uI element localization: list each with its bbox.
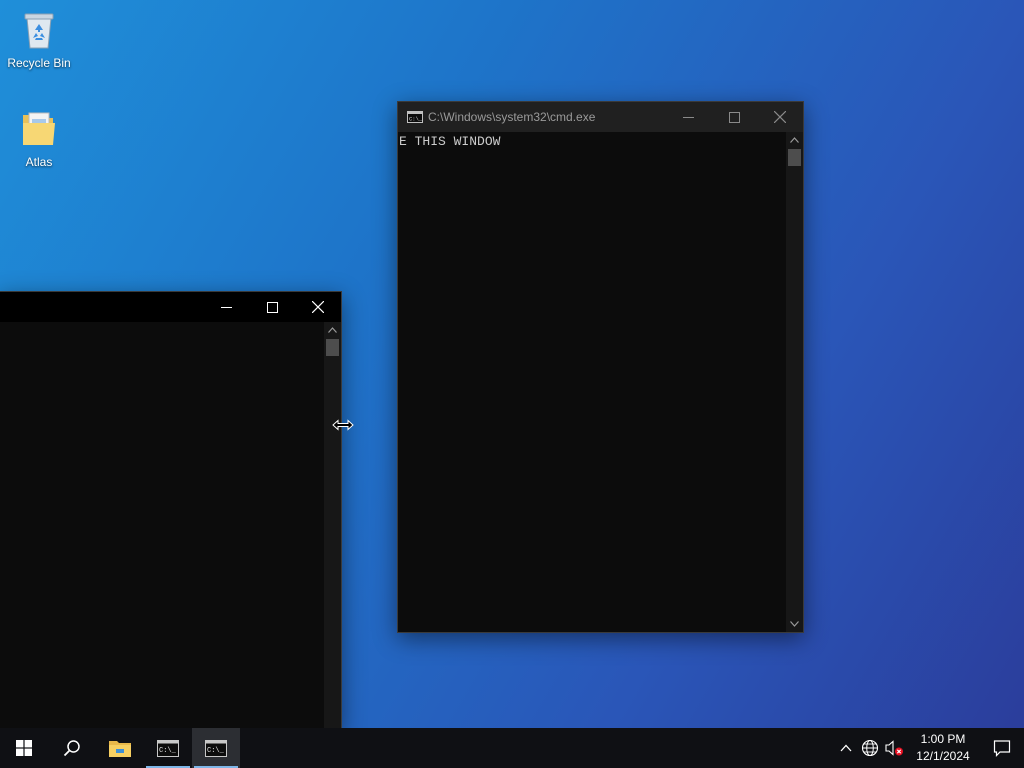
vertical-scrollbar-left[interactable] (324, 322, 341, 730)
volume-button[interactable] (882, 728, 906, 768)
show-hidden-icons-button[interactable] (834, 728, 858, 768)
scroll-down-arrow[interactable] (786, 616, 803, 632)
start-button[interactable] (0, 728, 48, 768)
minimize-icon (220, 306, 232, 308)
clock[interactable]: 1:00 PM 12/1/2024 (906, 731, 980, 765)
close-icon (312, 301, 324, 313)
cmd-window-right-titlebar[interactable]: C:\_ C:\Windows\system32\cmd.exe (398, 102, 803, 132)
action-center-button[interactable] (980, 728, 1024, 768)
vertical-scrollbar-right[interactable] (786, 132, 803, 632)
recycle-bin-icon (17, 8, 61, 52)
recycle-bin-label: Recycle Bin (7, 56, 71, 70)
console-output-right[interactable]: E THIS WINDOW (398, 132, 786, 632)
taskbar: C:\_ C:\_ 1:00 PM 12/1/2024 (0, 728, 1024, 768)
folder-icon (17, 107, 61, 151)
svg-text:C:\_: C:\_ (207, 747, 225, 755)
maximize-button[interactable] (249, 292, 295, 322)
windows-start-icon (16, 740, 32, 756)
cmd-window-right-title: C:\Windows\system32\cmd.exe (428, 110, 596, 124)
chevron-down-icon (790, 621, 799, 627)
volume-muted-icon (885, 740, 903, 756)
cmd-window-left[interactable] (0, 291, 342, 731)
clock-time: 1:00 PM (920, 732, 966, 746)
cmd-window-right[interactable]: C:\_ C:\Windows\system32\cmd.exe E THIS … (397, 101, 804, 633)
network-icon (861, 739, 879, 757)
scroll-up-arrow[interactable] (786, 132, 803, 148)
close-icon (774, 111, 786, 123)
taskbar-file-explorer[interactable] (96, 728, 144, 768)
desktop-icon-recycle-bin[interactable]: Recycle Bin (1, 8, 77, 70)
svg-text:C:\_: C:\_ (409, 116, 423, 123)
clock-date: 12/1/2024 (916, 749, 970, 763)
console-output-left[interactable] (0, 322, 324, 730)
horizontal-resize-cursor-icon (332, 418, 354, 431)
search-button[interactable] (48, 728, 96, 768)
minimize-button[interactable] (665, 102, 711, 132)
maximize-icon (266, 301, 278, 313)
chevron-up-icon (790, 137, 799, 143)
atlas-label: Atlas (25, 155, 53, 169)
chevron-up-icon (840, 744, 852, 752)
minimize-icon (682, 116, 694, 118)
scroll-thumb[interactable] (788, 149, 801, 166)
taskbar-cmd-2[interactable]: C:\_ (192, 728, 240, 768)
action-center-icon (993, 740, 1011, 757)
scroll-thumb[interactable] (326, 339, 339, 356)
desktop-icon-atlas[interactable]: Atlas (1, 107, 77, 169)
command-prompt-icon: C:\_ (205, 739, 227, 757)
system-tray: 1:00 PM 12/1/2024 (834, 728, 1024, 768)
svg-text:C:\_: C:\_ (159, 747, 177, 755)
minimize-button[interactable] (203, 292, 249, 322)
file-explorer-icon (109, 741, 131, 757)
search-icon (63, 740, 80, 757)
maximize-icon (728, 111, 740, 123)
cmd-window-left-titlebar[interactable] (0, 292, 341, 322)
maximize-button[interactable] (711, 102, 757, 132)
close-button[interactable] (757, 102, 803, 132)
network-button[interactable] (858, 728, 882, 768)
scroll-up-arrow[interactable] (324, 322, 341, 338)
command-prompt-icon: C:\_ (157, 739, 179, 757)
taskbar-cmd-1[interactable]: C:\_ (144, 728, 192, 768)
chevron-up-icon (328, 327, 337, 333)
close-button[interactable] (295, 292, 341, 322)
cmd-app-icon: C:\_ (407, 111, 423, 123)
